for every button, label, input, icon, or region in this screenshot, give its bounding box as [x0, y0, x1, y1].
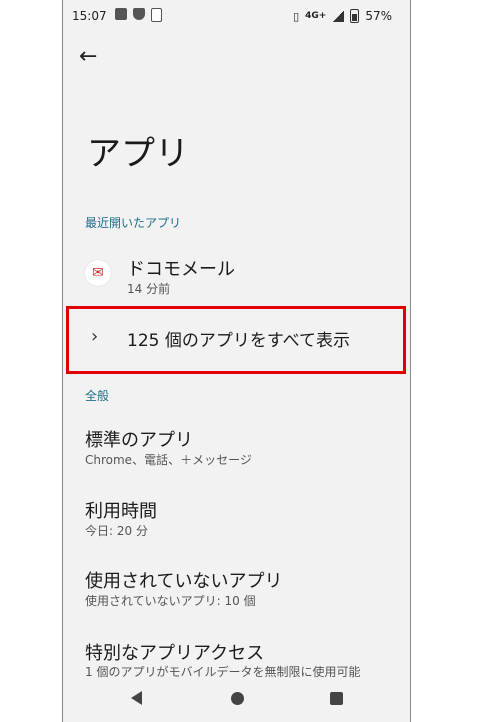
section-recent-label: 最近開いたアプリ: [85, 216, 182, 230]
nav-back-icon[interactable]: [131, 691, 142, 705]
default-apps-sub: Chrome、電話、＋メッセージ: [85, 453, 252, 467]
screen-time-sub: 今日: 20 分: [85, 524, 148, 538]
status-right: ▯ 4G+ 57%: [293, 9, 392, 23]
recent-app-time: 14 分前: [127, 282, 171, 296]
recent-app-name: ドコモメール: [127, 259, 235, 280]
screen-time-title: 利用時間: [85, 501, 157, 522]
nav-home-icon[interactable]: [231, 692, 244, 705]
highlight-box: [66, 306, 406, 374]
signal-icon: [332, 10, 345, 22]
status-time: 15:07: [72, 9, 107, 23]
docomo-mail-icon: ✉: [85, 260, 111, 286]
shield-icon: [133, 8, 145, 20]
battery-icon: [350, 9, 360, 23]
sim-icon: [151, 8, 162, 22]
notification-icon: [115, 8, 127, 20]
section-general-label: 全般: [85, 389, 110, 403]
unused-apps-sub: 使用されていないアプリ: 10 個: [85, 594, 256, 608]
default-apps-title: 標準のアプリ: [85, 430, 193, 451]
network-type: 4G+: [305, 11, 327, 21]
navigation-bar: [63, 678, 410, 722]
battery-percent: 57%: [365, 9, 392, 23]
special-app-access-title: 特別なアプリアクセス: [85, 643, 265, 664]
nav-recents-icon[interactable]: [330, 692, 343, 705]
status-bar: 15:07 ▯ 4G+ 57%: [63, 0, 410, 32]
page-title: アプリ: [87, 134, 189, 174]
back-arrow-icon[interactable]: ←: [79, 44, 97, 69]
unused-apps-title: 使用されていないアプリ: [85, 571, 283, 592]
vibrate-icon: ▯: [293, 9, 300, 23]
